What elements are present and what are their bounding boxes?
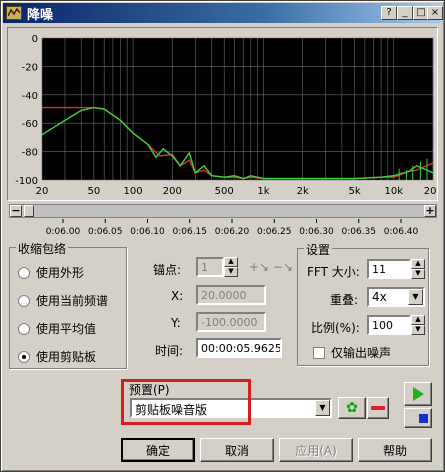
- spin-down-icon[interactable]: ▼: [411, 325, 425, 335]
- overlap-value: 4x: [372, 290, 387, 304]
- play-icon: [412, 387, 424, 401]
- x-tick-label: 2k: [297, 186, 309, 197]
- radio-use-average[interactable]: 使用平均值: [18, 320, 96, 337]
- time-ruler: 0:06.00 0:06.05 0:06.10 0:06.15 0:06.20 0:06.…: [9, 219, 437, 239]
- time-tick-label: 0:06.05: [88, 227, 123, 237]
- loop-button[interactable]: [404, 408, 432, 428]
- title-bar[interactable]: 降噪 ? _ □ ×: [3, 3, 443, 23]
- time-tick-label: 0:06.35: [341, 227, 376, 237]
- chevron-down-icon[interactable]: ▼: [315, 400, 330, 416]
- window-title: 降噪: [27, 7, 54, 23]
- app-icon: [6, 6, 22, 20]
- envelope-group: 收缩包络 使用外形 使用当前频谱 使用平均值 使用剪贴板: [9, 240, 127, 369]
- apply-button[interactable]: 应用(A): [279, 438, 353, 462]
- y-tick-label: -40: [22, 91, 38, 102]
- x-tick-label: 20: [36, 186, 49, 197]
- radio-dot[interactable]: [18, 294, 30, 307]
- ratio-label: 比例(%):: [311, 321, 360, 335]
- spin-up-icon[interactable]: ▲: [411, 259, 425, 269]
- x-tick-label: 1k: [257, 186, 269, 197]
- noise-reduction-window: 降噪 ? _ □ × 20 50 100 200 500 1k 2k 5k 10k 20k 0 -20…: [0, 0, 445, 472]
- checkbox-box[interactable]: [313, 346, 325, 359]
- radio-use-clipboard[interactable]: 使用剪贴板: [18, 348, 96, 365]
- zoom-in-button[interactable]: +: [424, 205, 436, 217]
- x-tick-label: 100: [124, 186, 143, 197]
- ratio-field[interactable]: 100: [367, 315, 411, 335]
- remove-anchor-icon[interactable]: −↘: [273, 260, 293, 274]
- radio-dot-selected[interactable]: [18, 350, 30, 363]
- overlap-select[interactable]: 4x ▼: [367, 287, 425, 307]
- chevron-down-icon[interactable]: ▼: [408, 289, 423, 305]
- delete-preset-icon: [371, 406, 385, 410]
- minimize-button[interactable]: _: [397, 6, 413, 20]
- cancel-button[interactable]: 取消: [200, 438, 274, 462]
- output-noise-only-checkbox[interactable]: 仅输出噪声: [313, 344, 391, 361]
- x-tick-label: 50: [87, 186, 100, 197]
- fft-size-spinner[interactable]: ▲ ▼: [411, 259, 425, 279]
- time-tick-label: 0:06.30: [299, 227, 334, 237]
- scroll-thumb[interactable]: [24, 205, 34, 217]
- x-tick-label: 200: [163, 186, 182, 197]
- radio-use-shape[interactable]: 使用外形: [18, 264, 84, 281]
- loop-icon: [418, 413, 428, 423]
- anchor-field[interactable]: 1: [196, 257, 224, 277]
- time-tick-label: 0:06.40: [384, 227, 419, 237]
- envelope-group-title: 收缩包络: [16, 240, 69, 257]
- anchor-label: 锚点:: [153, 263, 182, 277]
- x-label: X:: [171, 289, 184, 303]
- fft-size-label: FFT 大小:: [307, 265, 360, 279]
- x-tick-label: 20k: [424, 186, 437, 197]
- add-preset-icon: ✿: [346, 400, 358, 416]
- time-tick-label: 0:06.20: [215, 227, 250, 237]
- y-tick-label: -20: [22, 62, 38, 73]
- ok-button[interactable]: 确定: [121, 438, 195, 462]
- y-tick-label: -60: [22, 119, 38, 130]
- x-tick-label: 5k: [348, 186, 360, 197]
- time-tick-label: 0:06.25: [257, 227, 292, 237]
- settings-group-title: 设置: [304, 241, 333, 258]
- y-tick-label: -100: [15, 176, 38, 187]
- ratio-spinner[interactable]: ▲ ▼: [411, 315, 425, 335]
- highlight-annotation: [121, 379, 251, 425]
- horizontal-scrollbar[interactable]: − +: [9, 204, 437, 218]
- delete-preset-button[interactable]: [367, 397, 389, 419]
- time-tick-label: 0:06.10: [130, 227, 165, 237]
- zoom-out-button[interactable]: −: [10, 205, 22, 217]
- time-field[interactable]: 00:00:05.96254: [196, 338, 282, 358]
- anchor-spinner[interactable]: ▲ ▼: [224, 257, 238, 277]
- spin-down-icon[interactable]: ▼: [224, 267, 238, 277]
- y-tick-label: -80: [22, 148, 38, 159]
- time-tick-label: 0:06.15: [172, 227, 207, 237]
- y-label: Y:: [171, 316, 181, 330]
- spectrum-chart[interactable]: 20 50 100 200 500 1k 2k 5k 10k 20k 0 -20 -40 -60 -80 -1…: [7, 27, 438, 201]
- overlap-label: 重叠:: [330, 293, 359, 307]
- help-caption-button[interactable]: ?: [381, 6, 397, 20]
- radio-use-current-spectrum[interactable]: 使用当前频谱: [18, 292, 108, 309]
- y-tick-label: 0: [32, 34, 38, 45]
- radio-dot[interactable]: [18, 266, 30, 279]
- x-field[interactable]: 20.0000: [196, 285, 266, 305]
- spin-down-icon[interactable]: ▼: [411, 269, 425, 279]
- time-label: 时间:: [155, 344, 184, 358]
- fft-size-field[interactable]: 11: [367, 259, 411, 279]
- help-button[interactable]: 帮助: [358, 438, 432, 462]
- time-tick-label: 0:06.00: [46, 227, 81, 237]
- x-tick-label: 500: [215, 186, 234, 197]
- radio-dot[interactable]: [18, 322, 30, 335]
- play-button[interactable]: [404, 382, 432, 406]
- add-anchor-icon[interactable]: +↘: [249, 260, 269, 274]
- y-field[interactable]: -100.0000: [196, 312, 266, 332]
- add-preset-button[interactable]: ✿: [338, 397, 366, 419]
- x-tick-label: 10k: [385, 186, 404, 197]
- spin-up-icon[interactable]: ▲: [411, 315, 425, 325]
- close-button[interactable]: ×: [427, 6, 443, 20]
- spin-up-icon[interactable]: ▲: [224, 257, 238, 267]
